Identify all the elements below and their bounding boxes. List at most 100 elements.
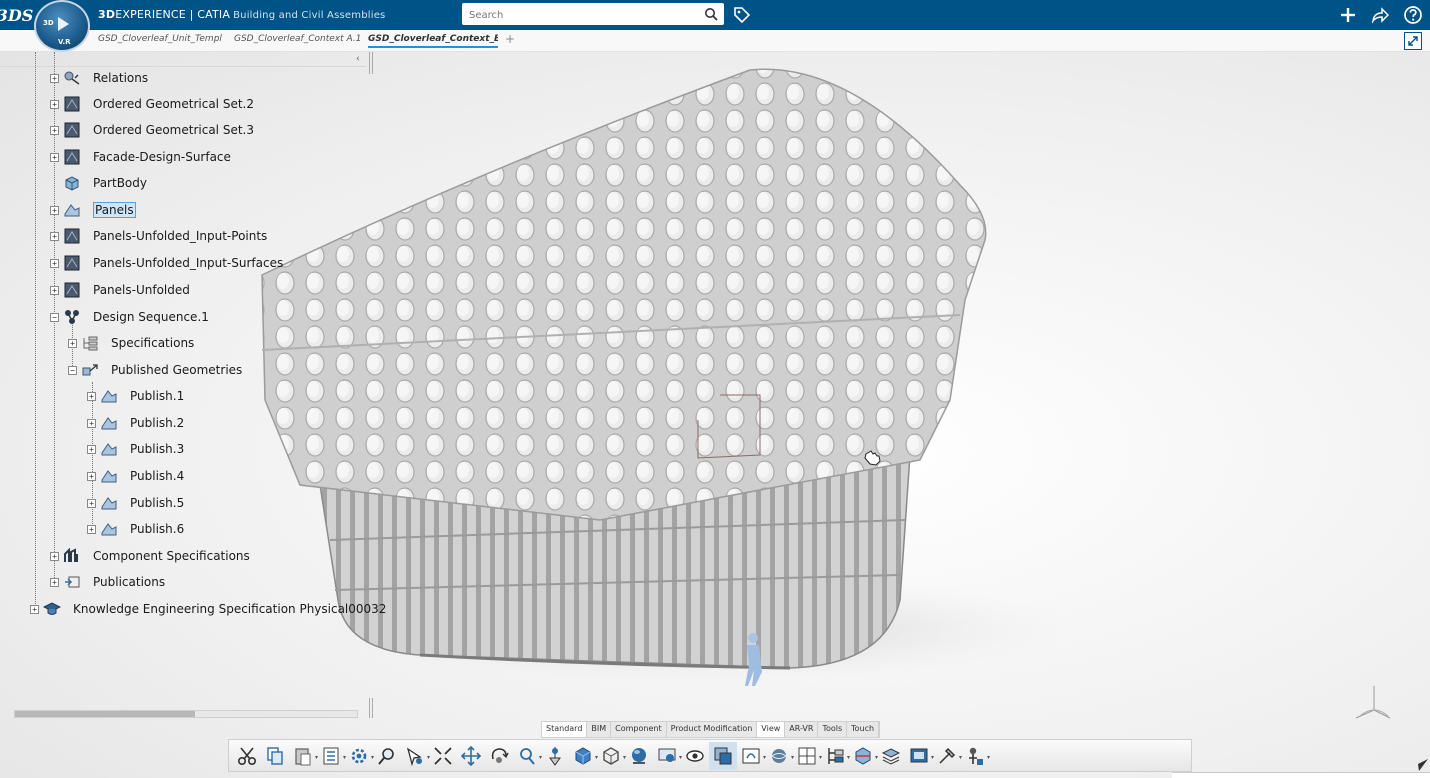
expand-icon[interactable]: + [87,418,96,428]
tree-node-specifications[interactable]: + Specifications [68,333,194,353]
tree-node-label: Design Sequence.1 [93,310,209,324]
cut-button[interactable] [233,742,261,770]
tree-horizontal-scrollbar[interactable] [14,710,358,718]
tree-node-publish-2[interactable]: + Publish.2 [87,413,184,433]
share-icon[interactable] [1370,5,1390,25]
search-box[interactable] [462,3,724,27]
tree-node-ordered-geometrical-set-2[interactable]: + Ordered Geometrical Set.2 [50,94,254,114]
tree-node-knowledge-engineering-specification[interactable]: + Knowledge Engineering Specification Ph… [30,599,386,619]
view-cube-button[interactable]: ▾ [569,742,598,770]
ambience-button[interactable]: ▾ [765,742,794,770]
rotate-button[interactable] [485,742,513,770]
expand-icon[interactable]: + [87,444,96,454]
expand-icon[interactable]: + [68,338,77,348]
action-tab-product-modification[interactable]: Product Modification [667,722,758,737]
tree-node-panels-unfolded[interactable]: + Panels-Unfolded [50,280,190,300]
maximize-button[interactable] [1404,32,1422,50]
action-tab-touch[interactable]: Touch [847,722,880,737]
tree-splitter-handle[interactable] [369,52,373,74]
zoom-button[interactable]: ▾ [513,742,542,770]
expand-icon[interactable]: + [50,285,59,295]
properties-button[interactable]: ▾ [317,742,346,770]
expand-icon[interactable]: + [50,152,59,162]
expand-icon[interactable]: + [50,125,59,135]
tree-node-relations[interactable]: + Relations [50,68,148,88]
expand-icon[interactable]: + [50,73,59,83]
action-tab-bim[interactable]: BIM [587,722,612,737]
copy-button[interactable] [261,742,289,770]
tree-node-publish-5[interactable]: + Publish.5 [87,493,184,513]
section-button[interactable]: ▾ [849,742,878,770]
swap-visible-space-button[interactable] [709,741,737,770]
search-icon[interactable] [704,7,718,21]
tree-node-panels-unfolded-input-surfaces[interactable]: + Panels-Unfolded_Input-Surfaces [50,253,283,273]
expand-icon[interactable]: + [50,205,59,215]
expand-icon[interactable]: + [50,258,59,268]
render-button[interactable]: ▾ [653,742,682,770]
tree-node-partbody[interactable]: PartBody [50,173,147,193]
action-tab-view[interactable]: View [757,722,786,737]
capture-button[interactable]: ▾ [737,742,766,770]
expand-icon[interactable]: + [87,391,96,401]
multi-view-button[interactable]: ▾ [793,742,822,770]
analysis-button[interactable]: ▾ [961,742,990,770]
shading-button[interactable] [625,742,653,770]
pan-button[interactable] [457,742,485,770]
collapse-icon[interactable]: − [50,312,59,322]
layers-button[interactable] [877,742,905,770]
search-input[interactable] [462,4,692,27]
action-tab-standard[interactable]: Standard [542,722,588,737]
compass-widget[interactable]: 3D V.R [34,0,90,52]
tree-splitter-handle-bottom[interactable] [369,698,373,718]
expand-icon[interactable]: + [50,577,59,587]
specification-tree[interactable]: ‹ + Relations + Ordered Geometrical Set.… [0,52,386,718]
add-icon[interactable] [1338,5,1358,25]
zoom-search-button[interactable] [373,742,401,770]
hide-show-button[interactable] [681,742,709,770]
help-icon[interactable] [1403,5,1423,25]
tree-node-design-sequence-1[interactable]: − Design Sequence.1 [50,307,209,327]
scrollbar-thumb[interactable] [15,711,195,717]
tree-reorder-button[interactable]: ▾ [821,742,850,770]
new-tab-button[interactable]: + [505,32,515,46]
tree-node-facade-design-surface[interactable]: + Facade-Design-Surface [50,147,231,167]
expand-icon[interactable]: + [87,471,96,481]
compass-axis-icon[interactable] [1350,682,1392,724]
compass-play-icon[interactable] [58,17,69,31]
collapse-icon[interactable]: − [68,365,77,375]
action-tab-component[interactable]: Component [611,722,667,737]
update-button[interactable]: ▾ [345,742,374,770]
tab-cloverleaf-context-b[interactable]: GSD_Cloverleaf_Context_B [368,34,498,48]
tree-node-panels-unfolded-input-points[interactable]: + Panels-Unfolded_Input-Points [50,226,267,246]
tree-node-publish-3[interactable]: + Publish.3 [87,439,184,459]
expand-icon[interactable]: + [50,231,59,241]
tag-icon[interactable] [732,5,752,25]
select-button[interactable]: ▾ [401,742,430,770]
expand-icon[interactable]: + [50,551,59,561]
tree-node-publish-4[interactable]: + Publish.4 [87,466,184,486]
ds-logo-icon[interactable]: 3DS [0,0,33,30]
tree-node-panels[interactable]: + Panels [50,200,136,220]
tree-collapse-icon[interactable]: ‹ [356,54,360,64]
measure-button[interactable]: ▾ [933,742,962,770]
wireframe-button[interactable]: ▾ [597,742,626,770]
tab-cloverleaf-context-a[interactable]: GSD_Cloverleaf_Context A.1 [234,34,362,44]
tree-node-published-geometries[interactable]: − Published Geometries [68,360,242,380]
measure-view-button[interactable]: ▾ [905,742,934,770]
corner-arrow-icon[interactable] [1415,758,1429,772]
expand-icon[interactable]: + [30,604,39,614]
normal-view-button[interactable] [541,742,569,770]
tree-node-ordered-geometrical-set-3[interactable]: + Ordered Geometrical Set.3 [50,120,254,140]
action-tab-ar-vr[interactable]: AR-VR [785,722,819,737]
action-tab-tools[interactable]: Tools [818,722,848,737]
tab-cloverleaf-unit-template[interactable]: GSD_Cloverleaf_Unit_Templ [98,34,226,44]
tree-node-publish-6[interactable]: + Publish.6 [87,519,184,539]
paste-button[interactable]: ▾ [289,742,318,770]
tree-node-publish-1[interactable]: + Publish.1 [87,386,184,406]
expand-icon[interactable]: + [87,524,96,534]
tree-node-component-specifications[interactable]: + Component Specifications [50,546,250,566]
fit-all-button[interactable] [429,742,457,770]
tree-node-publications[interactable]: + Publications [50,572,165,592]
expand-icon[interactable]: + [87,498,96,508]
expand-icon[interactable]: + [50,99,59,109]
